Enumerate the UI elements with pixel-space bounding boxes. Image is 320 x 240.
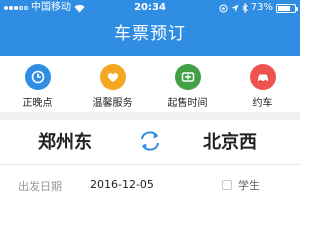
battery-percent: 73% — [250, 2, 273, 13]
student-toggle[interactable]: 学生 — [222, 177, 260, 193]
shortcut-label: 约车 — [252, 98, 273, 109]
shortcut-label: 温馨服务 — [92, 98, 133, 109]
clock-icon — [24, 64, 51, 90]
to-station[interactable]: 北京西 — [203, 128, 257, 154]
shortcut-label: 正晚点 — [22, 98, 53, 109]
status-bar: 中国移动 20:34 73% — [0, 0, 300, 16]
student-label: 学生 — [238, 179, 260, 192]
shortcut-delay-status[interactable]: 正晚点 — [0, 62, 75, 110]
student-checkbox[interactable] — [222, 180, 232, 190]
swap-icon — [141, 131, 159, 151]
departure-date-label: 出发日期 — [18, 180, 62, 193]
heart-icon — [99, 64, 126, 90]
shortcut-grid: 正晚点 温馨服务 起售时间 约车 — [0, 56, 300, 112]
shortcut-label: 起售时间 — [167, 98, 208, 109]
departure-date-row[interactable]: 出发日期 2016-12-05 学生 — [0, 164, 300, 200]
route-selector: 郑州东 北京西 — [0, 120, 300, 164]
page-title: 车票预订 — [114, 24, 186, 44]
shortcut-sale-time[interactable]: 起售时间 — [150, 62, 225, 110]
shortcut-service[interactable]: 温馨服务 — [75, 62, 150, 110]
nav-bar: 车票预订 — [0, 16, 300, 56]
location-icon — [231, 4, 239, 12]
status-right: 73% — [219, 0, 298, 16]
bluetooth-icon — [242, 3, 248, 13]
shortcut-car[interactable]: 约车 — [225, 62, 300, 110]
car-icon — [249, 64, 276, 90]
sale-time-icon — [174, 64, 201, 90]
battery-level — [278, 5, 290, 11]
section-divider — [0, 112, 300, 120]
rotation-lock-icon — [219, 4, 228, 12]
swap-stations-button[interactable] — [138, 130, 162, 152]
battery-icon — [276, 3, 298, 13]
from-station[interactable]: 郑州东 — [38, 128, 92, 154]
departure-date-value[interactable]: 2016-12-05 — [90, 178, 154, 191]
